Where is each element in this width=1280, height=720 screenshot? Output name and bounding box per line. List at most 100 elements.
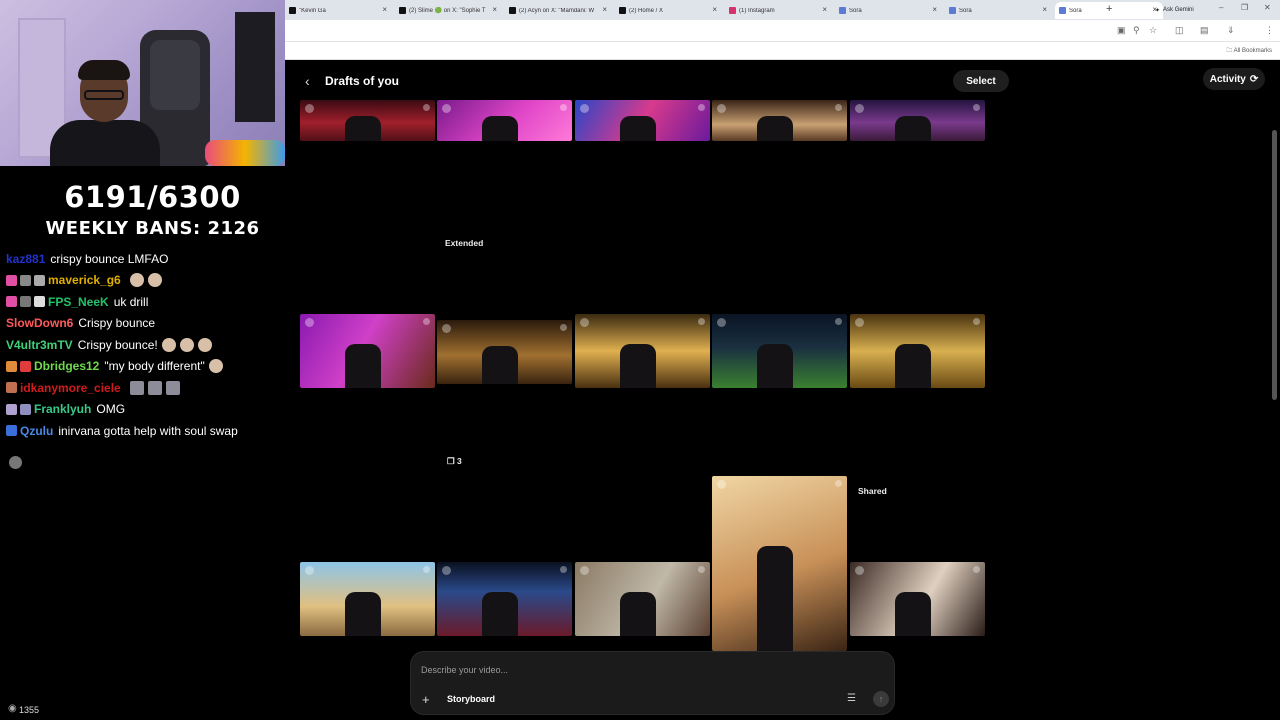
tab-close-icon[interactable]: × — [382, 5, 387, 14]
sora-watermark-icon — [717, 104, 726, 113]
video-thumbnail-dance-pink[interactable] — [437, 100, 572, 141]
chat-text: Crispy bounce — [78, 316, 156, 331]
minimize-icon[interactable]: – — [1219, 3, 1223, 12]
streamer-body — [50, 120, 160, 166]
tab-5[interactable]: Sora × — [835, 2, 943, 19]
thumbnail-badge-icon — [423, 104, 430, 111]
tab-close-icon[interactable]: × — [712, 5, 717, 14]
video-thumbnail-studio-singer[interactable] — [850, 562, 985, 636]
chat-badge-icon — [6, 403, 17, 415]
webcam-blanket — [205, 140, 285, 166]
video-thumbnail-neon-blur[interactable] — [575, 100, 710, 141]
subject-figure — [482, 346, 518, 384]
video-thumbnail-earth-runway[interactable] — [437, 562, 572, 636]
sora-page: ‹ Drafts of you Select Activity ⟳ Extend… — [285, 60, 1280, 720]
tab-close-icon[interactable]: × — [1042, 5, 1047, 14]
chat-username[interactable]: V4ultr3mTV — [6, 338, 73, 352]
video-thumbnail-city-couple[interactable] — [575, 562, 710, 636]
tab-label: (2) Slime 🟢 on X: "Sophie T — [409, 8, 486, 14]
page-scrollbar[interactable] — [1272, 130, 1277, 400]
video-thumbnail-beanie-closeup[interactable] — [300, 314, 435, 388]
prompt-input[interactable] — [421, 662, 861, 678]
subject-figure — [757, 116, 793, 141]
extended-label: Extended — [445, 238, 484, 248]
tab-close-icon[interactable]: × — [602, 5, 607, 14]
tab-close-icon[interactable]: × — [492, 5, 497, 14]
sora-watermark-icon — [855, 318, 864, 327]
thumbnail-badge-icon — [698, 566, 705, 573]
bookmark-star-icon[interactable]: ☆ — [1149, 25, 1157, 36]
screen: 6191/6300 WEEKLY BANS: 2126 kaz881 crispy… — [0, 0, 1280, 720]
extensions-icon[interactable]: ◫ — [1175, 25, 1184, 36]
chat-badge-icon — [6, 360, 17, 372]
chat-username[interactable]: maverick_g6 — [48, 273, 121, 287]
select-button[interactable]: Select — [953, 70, 1009, 92]
tab-0[interactable]: "Kevin Ga × — [285, 2, 393, 19]
stack-icon: ❐ — [447, 456, 455, 466]
chat-text: inirvana gotta help with soul swap — [58, 423, 238, 438]
chat-username[interactable]: Franklyuh — [34, 402, 91, 416]
chat-username[interactable]: Qzulu — [20, 424, 53, 438]
subject-figure — [345, 116, 381, 141]
chat-text: "my body different" — [104, 359, 205, 374]
tab-4[interactable]: (1) Instagram × — [725, 2, 833, 19]
video-thumbnail-golden-hall-group[interactable] — [437, 320, 572, 384]
video-thumbnail-night-field[interactable] — [712, 314, 847, 388]
tab-1[interactable]: (2) Slime 🟢 on X: "Sophie T × — [395, 2, 503, 19]
sidebar-icon[interactable]: ▤ — [1200, 25, 1209, 36]
chat-message: Qzulu inirvana gotta help with soul swap — [6, 420, 286, 442]
chat-username[interactable]: idkanymore_ciele — [20, 381, 121, 395]
webcam-chair-back — [150, 40, 200, 110]
address-bar[interactable]: ▣ ⚲ ☆ ◫ ▤ ⇓ ⋮ — [285, 20, 1280, 42]
chat-username[interactable]: FPS_NeeK — [48, 295, 109, 309]
chat-message: kaz881 crispy bounce LMFAO — [6, 248, 286, 270]
send-button[interactable]: ↑ — [873, 691, 889, 707]
add-media-button[interactable]: + — [422, 692, 430, 707]
chat-text: crispy bounce LMFAO — [50, 251, 169, 266]
chat-username[interactable]: Dbridges12 — [34, 359, 99, 373]
tab-3[interactable]: (2) Home / X × — [615, 2, 723, 19]
subject-figure — [482, 116, 518, 141]
chat-badge-icon — [34, 296, 45, 308]
video-thumbnail-street-parade[interactable] — [300, 562, 435, 636]
tab-close-icon[interactable]: × — [822, 5, 827, 14]
storyboard-button[interactable]: Storyboard — [439, 690, 503, 708]
video-thumbnail-club-crowd[interactable] — [850, 100, 985, 141]
video-thumbnail-gold-vault[interactable] — [850, 314, 985, 388]
all-bookmarks-link[interactable]: 🗀 All Bookmarks — [1226, 46, 1272, 56]
tab-2[interactable]: (2) Acyn on X: "Mamdani: W × — [505, 2, 613, 19]
ask-gemini-button[interactable]: ✦ Ask Gemini — [1150, 4, 1199, 16]
chat-username[interactable]: SlowDown6 — [6, 316, 73, 330]
restore-icon[interactable]: ❐ — [1241, 3, 1248, 12]
activity-button[interactable]: Activity ⟳ — [1203, 68, 1265, 90]
video-thumbnail-singer-mic[interactable] — [712, 100, 847, 141]
cast-icon[interactable]: ▣ — [1117, 25, 1126, 36]
sora-icon — [949, 7, 956, 14]
tab-label: (2) Acyn on X: "Mamdani: W — [519, 7, 595, 14]
subject-figure — [620, 344, 656, 388]
chat-overlay: kaz881 crispy bounce LMFAO maverick_g6 FPS_… — [6, 248, 286, 442]
zoom-icon[interactable]: ⚲ — [1133, 25, 1140, 36]
video-thumbnail-vintage-singer-portrait[interactable] — [712, 476, 847, 651]
video-thumbnail-golden-corridor[interactable] — [575, 314, 710, 388]
chat-username[interactable]: kaz881 — [6, 252, 45, 266]
chat-text: Crispy bounce! — [77, 337, 158, 352]
new-tab-button[interactable]: + — [1106, 3, 1112, 15]
gemini-icon: ✦ — [1155, 7, 1161, 14]
video-thumbnail-party-red[interactable] — [300, 100, 435, 141]
close-window-icon[interactable]: ✕ — [1264, 3, 1271, 12]
menu-icon[interactable]: ⋮ — [1265, 25, 1274, 36]
viewer-count: 1355 — [19, 705, 40, 715]
back-chevron-icon[interactable]: ‹ — [305, 73, 310, 89]
settings-sliders-icon[interactable]: ☰ — [847, 693, 856, 704]
page-title: Drafts of you — [325, 74, 400, 88]
x-icon — [509, 7, 516, 14]
tab-6[interactable]: Sora × — [945, 2, 1053, 19]
tab-close-icon[interactable]: × — [932, 5, 937, 14]
subject-figure — [895, 592, 931, 636]
downloads-icon[interactable]: ⇓ — [1227, 25, 1235, 36]
subject-figure — [345, 344, 381, 388]
sora-watermark-icon — [442, 104, 451, 113]
folder-icon: 🗀 — [1226, 48, 1233, 54]
tab-label: (1) Instagram — [739, 7, 775, 14]
